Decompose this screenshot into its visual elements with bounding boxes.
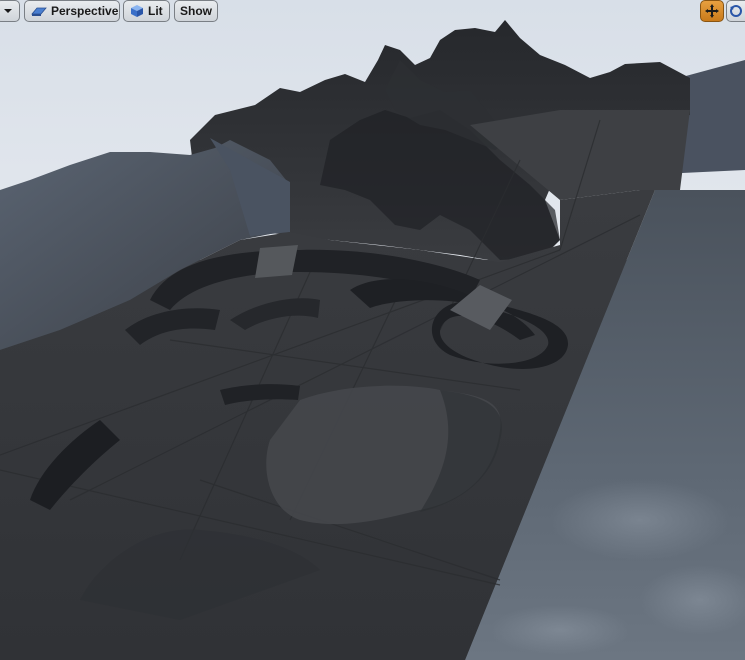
level-viewport[interactable]: Perspective Lit Show (0, 0, 745, 660)
lighting-mode-label: Lit (148, 4, 163, 18)
view-mode-label: Perspective (51, 4, 119, 18)
perspective-icon (31, 5, 47, 17)
rotate-icon (729, 4, 743, 18)
lit-cube-icon (130, 4, 144, 18)
show-flags-label: Show (180, 4, 212, 18)
viewport-toolbar: Perspective Lit Show (0, 0, 745, 24)
chevron-down-icon (3, 7, 13, 15)
translate-tool-button[interactable] (700, 0, 724, 22)
viewport-options-menu-button[interactable] (0, 0, 20, 22)
lighting-mode-button[interactable]: Lit (123, 0, 170, 22)
view-mode-button[interactable]: Perspective (24, 0, 120, 22)
block (255, 245, 298, 278)
rotate-tool-button[interactable] (726, 0, 745, 22)
move-transform-icon (704, 3, 720, 19)
viewport-scene[interactable] (0, 0, 745, 660)
show-flags-button[interactable]: Show (174, 0, 218, 22)
